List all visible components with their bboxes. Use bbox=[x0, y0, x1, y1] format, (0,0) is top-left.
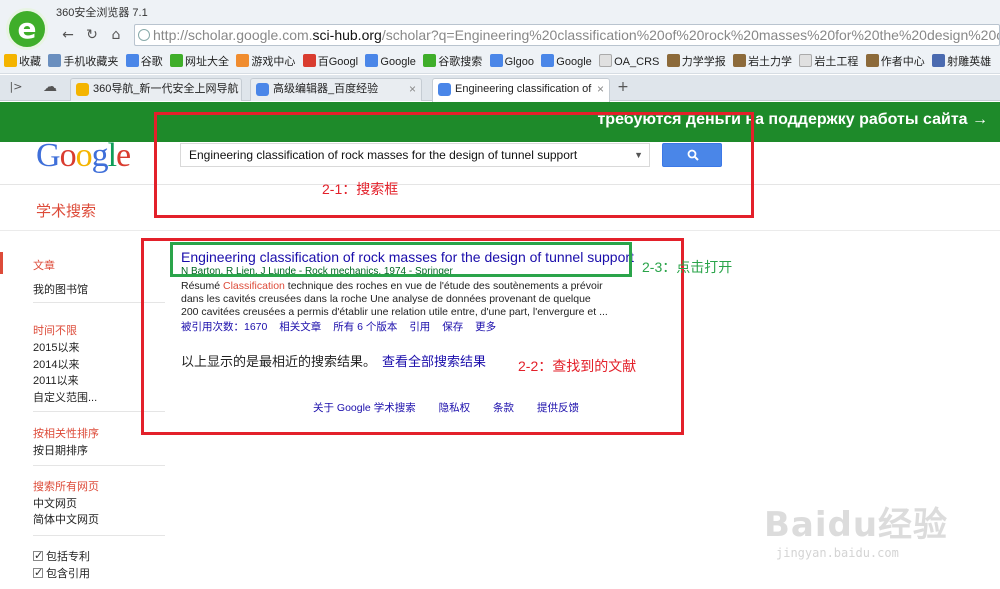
new-tab-icon[interactable]: + bbox=[613, 77, 633, 97]
bookmark-item[interactable]: Google bbox=[365, 50, 416, 73]
tab-scholar[interactable]: Engineering classification of × bbox=[432, 78, 610, 102]
globe-icon bbox=[138, 29, 150, 41]
tab-bar: |> ☁ 360导航_新一代安全上网导航 × 高级编辑器_百度经验 × Engi… bbox=[0, 75, 1000, 102]
sidebar-toggle-icon[interactable]: |> bbox=[6, 77, 26, 97]
tab-360-nav[interactable]: 360导航_新一代安全上网导航 × bbox=[70, 78, 242, 101]
include-citations-checkbox[interactable]: 包含引用 bbox=[33, 565, 90, 581]
bookmark-item[interactable]: 百Googl bbox=[302, 50, 358, 73]
sidebar-item-sort-date[interactable]: 按日期排序 bbox=[33, 442, 88, 458]
include-patents-checkbox[interactable]: 包括专利 bbox=[33, 548, 90, 564]
sidebar-item-all-web[interactable]: 搜索所有网页 bbox=[33, 478, 99, 494]
annotation-click-open: 2-3：点击打开 bbox=[642, 259, 733, 275]
address-bar[interactable]: http://scholar.google.com.sci-hub.org/sc… bbox=[134, 24, 1000, 46]
checkbox-icon bbox=[33, 566, 43, 579]
bookmark-item[interactable]: 游戏中心 bbox=[236, 50, 295, 73]
bookmark-item[interactable]: 谷歌 bbox=[125, 50, 163, 73]
sidebar-item-sort-relevance[interactable]: 按相关性排序 bbox=[33, 425, 99, 441]
title-bar: 360安全浏览器 7.1 bbox=[0, 0, 1000, 20]
tab-favicon-icon bbox=[256, 83, 269, 96]
sidebar-item-since-2015[interactable]: 2015以来 bbox=[33, 339, 79, 355]
annotation-search-box: 2-1：搜索框 bbox=[322, 181, 399, 197]
google-logo[interactable]: Google bbox=[36, 137, 131, 175]
close-icon[interactable]: × bbox=[597, 79, 604, 100]
tab-favicon-icon bbox=[76, 83, 89, 96]
bookmark-item[interactable]: 岩土力学 bbox=[733, 50, 792, 73]
sidebar-item-chinese-pages[interactable]: 中文网页 bbox=[33, 495, 77, 511]
refresh-icon[interactable]: ↻ bbox=[82, 25, 102, 45]
sidebar-item-since-2011[interactable]: 2011以来 bbox=[33, 372, 79, 388]
address-prefix: http://scholar.google.com. bbox=[153, 27, 313, 43]
checkbox-icon bbox=[33, 549, 43, 562]
sidebar-item-since-2014[interactable]: 2014以来 bbox=[33, 356, 79, 372]
tab-baidu-editor[interactable]: 高级编辑器_百度经验 × bbox=[250, 78, 422, 101]
sidebar-divider bbox=[33, 465, 165, 466]
close-icon[interactable]: × bbox=[229, 79, 236, 100]
sidebar-item-my-library[interactable]: 我的图书馆 bbox=[33, 281, 88, 297]
sidebar-item-simplified-pages[interactable]: 简体中文网页 bbox=[33, 511, 99, 527]
address-path: /scholar?q=Engineering%20classification%… bbox=[381, 27, 999, 43]
divider bbox=[0, 230, 1000, 231]
tab-favicon-icon bbox=[438, 83, 451, 96]
navigation-bar: ← ↻ ⌂ http://scholar.google.com.sci-hub.… bbox=[0, 20, 1000, 50]
back-icon[interactable]: ← bbox=[58, 25, 78, 45]
active-marker bbox=[0, 252, 3, 274]
bookmark-item[interactable]: 网址大全 bbox=[170, 50, 229, 73]
bookmark-item[interactable]: 力学学报 bbox=[666, 50, 726, 73]
bookmark-item[interactable]: 射雕英雄 bbox=[932, 50, 991, 73]
bookmark-item[interactable]: 作者中心 bbox=[865, 50, 925, 73]
sidebar-divider bbox=[33, 535, 165, 536]
scholar-label: 学术搜索 bbox=[36, 203, 97, 220]
annotation-result-found: 2-2：查找到的文献 bbox=[518, 358, 637, 374]
bookmark-item[interactable]: Glgoo bbox=[489, 50, 534, 73]
bookmarks-bar: 收藏 手机收藏夹 谷歌 网址大全 游戏中心 百Googl Google 谷歌搜索… bbox=[0, 50, 1000, 74]
cloud-icon[interactable]: ☁ bbox=[40, 77, 60, 97]
bookmark-item[interactable]: Google bbox=[541, 50, 592, 73]
window-title: 360安全浏览器 7.1 bbox=[56, 7, 148, 19]
bookmark-item[interactable]: 手机收藏夹 bbox=[48, 50, 118, 73]
bookmark-item[interactable]: OA_CRS bbox=[599, 50, 659, 73]
home-icon[interactable]: ⌂ bbox=[106, 25, 126, 45]
bookmark-item[interactable]: 岩土工程 bbox=[799, 50, 858, 73]
sidebar-item-custom-range[interactable]: 自定义范围... bbox=[33, 389, 97, 405]
browser-logo-icon[interactable]: e bbox=[6, 8, 48, 50]
bookmark-item[interactable]: 谷歌搜索 bbox=[423, 50, 482, 73]
sidebar-item-articles[interactable]: 文章 bbox=[33, 257, 55, 273]
baidu-watermark: Baidu经验 bbox=[764, 505, 949, 545]
sidebar-item-any-time[interactable]: 时间不限 bbox=[33, 322, 77, 338]
baidu-watermark-url: jingyan.baidu.com bbox=[776, 546, 899, 560]
bookmark-favorites[interactable]: 收藏 bbox=[4, 50, 41, 73]
close-icon[interactable]: × bbox=[409, 79, 416, 100]
address-domain: sci-hub.org bbox=[312, 27, 382, 43]
annotation-box-title bbox=[170, 242, 632, 277]
annotation-box-search bbox=[154, 112, 754, 218]
